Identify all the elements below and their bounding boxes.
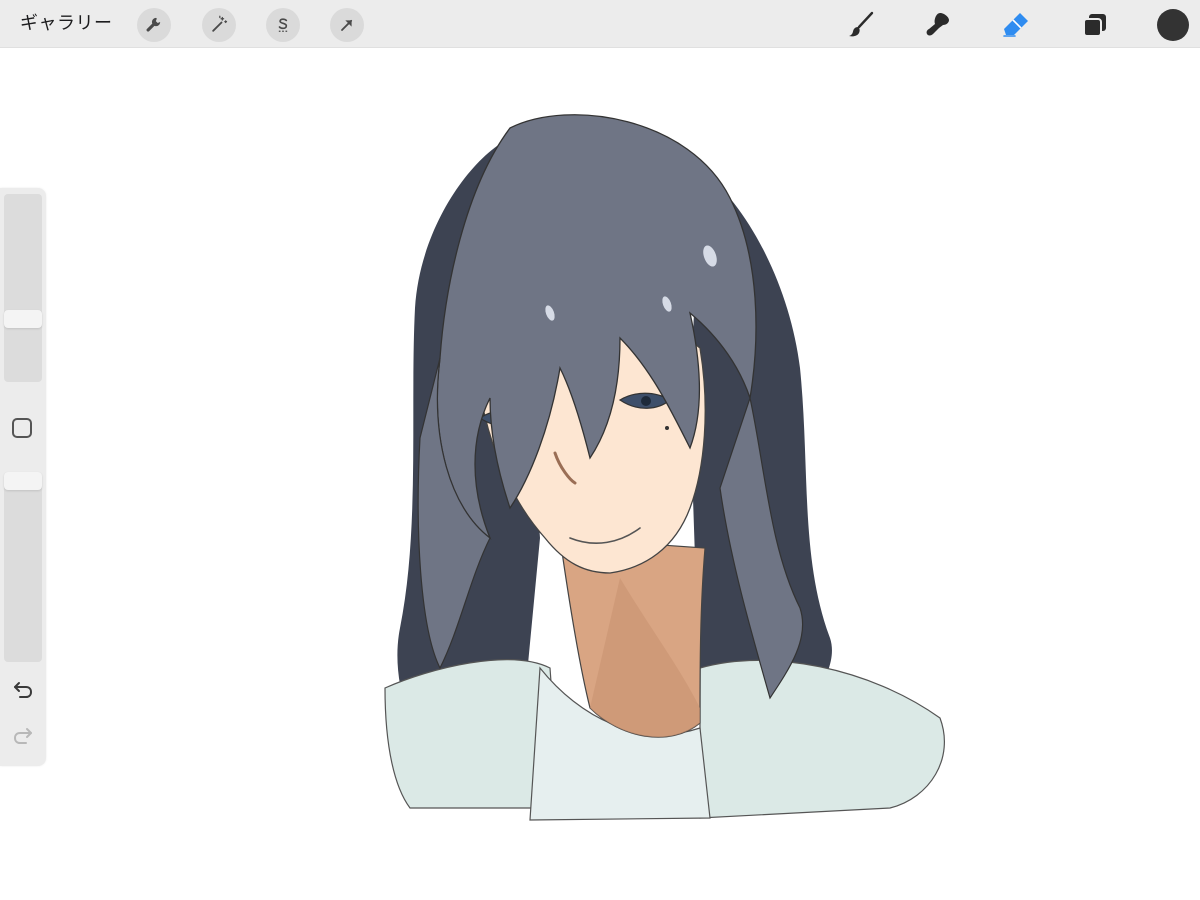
procreate-app: ギャラリー bbox=[0, 0, 1200, 900]
layers-button[interactable] bbox=[1077, 7, 1113, 43]
right-pupil bbox=[641, 396, 651, 406]
left-sidebar bbox=[0, 188, 46, 766]
transform-button[interactable] bbox=[330, 8, 364, 42]
brush-size-slider[interactable] bbox=[4, 194, 42, 382]
opacity-slider[interactable] bbox=[4, 472, 42, 662]
top-toolbar: ギャラリー bbox=[0, 0, 1200, 48]
actions-button[interactable] bbox=[137, 8, 171, 42]
eraser-tool-button[interactable] bbox=[998, 7, 1034, 43]
drawing-canvas[interactable] bbox=[0, 48, 1200, 900]
redo-icon bbox=[13, 728, 32, 744]
smudge-tool-button[interactable] bbox=[920, 7, 956, 43]
eraser-icon bbox=[1003, 13, 1028, 37]
adjustments-button[interactable] bbox=[202, 8, 236, 42]
brush-size-slider-thumb[interactable] bbox=[4, 310, 42, 328]
redo-button[interactable] bbox=[11, 724, 35, 748]
jacket-right bbox=[699, 659, 945, 819]
color-picker-button[interactable] bbox=[1157, 9, 1189, 41]
gallery-button[interactable]: ギャラリー bbox=[20, 12, 113, 36]
undo-icon bbox=[14, 682, 33, 698]
brush-tool-button[interactable] bbox=[843, 7, 879, 43]
selection-button[interactable] bbox=[266, 8, 300, 42]
opacity-slider-thumb[interactable] bbox=[4, 472, 42, 490]
artwork-illustration bbox=[384, 114, 945, 821]
layers-icon bbox=[1083, 14, 1106, 37]
brush-icon bbox=[849, 11, 874, 37]
magic-wand-icon bbox=[212, 15, 228, 32]
selection-s-icon bbox=[278, 18, 288, 32]
arrow-cursor-icon bbox=[341, 19, 353, 31]
wrench-icon bbox=[146, 17, 161, 32]
smudge-icon bbox=[926, 13, 949, 36]
mole bbox=[665, 426, 669, 430]
undo-button[interactable] bbox=[11, 678, 35, 702]
modify-button[interactable] bbox=[12, 418, 32, 438]
